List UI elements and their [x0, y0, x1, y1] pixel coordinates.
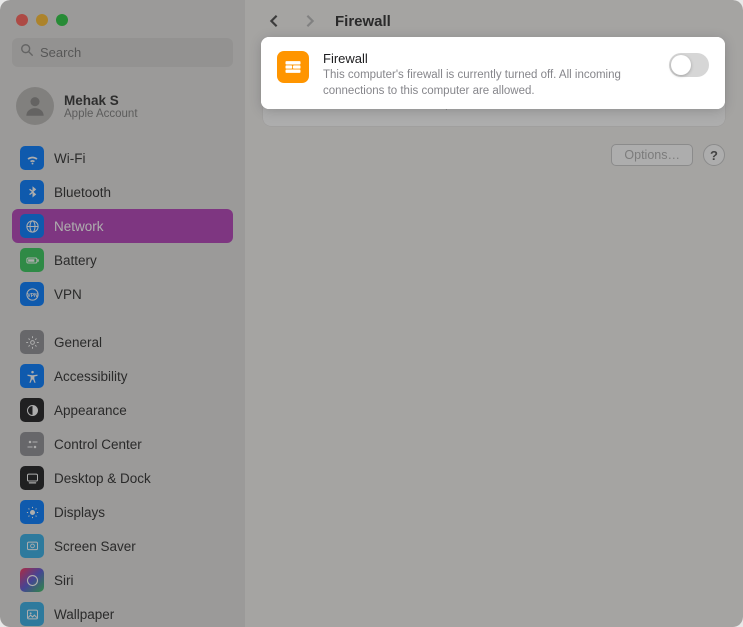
- sidebar-item-siri[interactable]: Siri: [12, 563, 233, 597]
- sidebar-item-label: Accessibility: [54, 369, 128, 384]
- screensaver-icon: [20, 534, 44, 558]
- firewall-title: Firewall: [325, 64, 655, 79]
- sidebar-item-vpn[interactable]: VPN VPN: [12, 277, 233, 311]
- account-name: Mehak S: [64, 93, 138, 108]
- sidebar-item-label: General: [54, 335, 102, 350]
- sidebar-item-network[interactable]: Network: [12, 209, 233, 243]
- nav-list: Wi-Fi Bluetooth Network Battery VPN VPN Genera…: [12, 141, 233, 627]
- firewall-toggle[interactable]: [669, 66, 709, 90]
- controlcenter-icon: [20, 432, 44, 456]
- sidebar-item-label: Screen Saver: [54, 539, 136, 554]
- wallpaper-icon: [20, 602, 44, 626]
- sidebar-item-desktop-dock[interactable]: Desktop & Dock: [12, 461, 233, 495]
- settings-window: Mehak S Apple Account Wi-Fi Bluetooth Netw…: [0, 0, 743, 627]
- bluetooth-icon: [20, 180, 44, 204]
- accessibility-icon: [20, 364, 44, 388]
- content: Firewall This computer's firewall is cur…: [245, 42, 743, 174]
- appearance-icon: [20, 398, 44, 422]
- sidebar-item-label: Displays: [54, 505, 105, 520]
- page-title: Firewall: [335, 13, 391, 30]
- search-icon: [20, 43, 40, 62]
- sidebar-item-displays[interactable]: Displays: [12, 495, 233, 529]
- sidebar-item-appearance[interactable]: Appearance: [12, 393, 233, 427]
- firewall-desc: This computer's firewall is currently tu…: [325, 81, 655, 112]
- sidebar-item-label: Network: [54, 219, 104, 234]
- sidebar-item-wallpaper[interactable]: Wallpaper: [12, 597, 233, 627]
- sidebar-item-label: VPN: [54, 287, 82, 302]
- dock-icon: [20, 466, 44, 490]
- sidebar-item-bluetooth[interactable]: Bluetooth: [12, 175, 233, 209]
- search-input[interactable]: [40, 45, 225, 60]
- topbar: Firewall: [245, 0, 743, 42]
- search-box[interactable]: [12, 38, 233, 67]
- footer-row: Options… ?: [263, 144, 725, 166]
- sidebar-item-wi-fi[interactable]: Wi-Fi: [12, 141, 233, 175]
- sidebar-item-screen-saver[interactable]: Screen Saver: [12, 529, 233, 563]
- firewall-card: Firewall This computer's firewall is cur…: [263, 50, 725, 126]
- account-sub: Apple Account: [64, 108, 138, 120]
- account-text: Mehak S Apple Account: [64, 93, 138, 120]
- sidebar-item-label: Desktop & Dock: [54, 471, 151, 486]
- sidebar-item-label: Appearance: [54, 403, 127, 418]
- gear-icon: [20, 330, 44, 354]
- options-button[interactable]: Options…: [611, 144, 693, 166]
- wifi-icon: [20, 146, 44, 170]
- help-button[interactable]: ?: [703, 144, 725, 166]
- siri-icon: [20, 568, 44, 592]
- avatar: [16, 87, 54, 125]
- sidebar-item-label: Wallpaper: [54, 607, 114, 622]
- sidebar-item-battery[interactable]: Battery: [12, 243, 233, 277]
- main-area: Firewall Firewall This computer's firewa…: [245, 0, 743, 627]
- sidebar-item-label: Wi-Fi: [54, 151, 85, 166]
- forward-button[interactable]: [299, 10, 321, 32]
- sidebar-item-accessibility[interactable]: Accessibility: [12, 359, 233, 393]
- toggle-knob: [671, 68, 691, 88]
- sidebar-item-label: Siri: [54, 573, 74, 588]
- window-controls: [12, 10, 233, 38]
- minimize-window-button[interactable]: [36, 14, 48, 26]
- battery-icon: [20, 248, 44, 272]
- sidebar: Mehak S Apple Account Wi-Fi Bluetooth Netw…: [0, 0, 245, 627]
- display-icon: [20, 500, 44, 524]
- sidebar-item-label: Bluetooth: [54, 185, 111, 200]
- zoom-window-button[interactable]: [56, 14, 68, 26]
- sidebar-item-control-center[interactable]: Control Center: [12, 427, 233, 461]
- globe-icon: [20, 214, 44, 238]
- sidebar-item-label: Control Center: [54, 437, 142, 452]
- back-button[interactable]: [263, 10, 285, 32]
- firewall-icon: [279, 64, 311, 96]
- sidebar-item-label: Battery: [54, 253, 97, 268]
- svg-text:VPN: VPN: [27, 293, 38, 299]
- firewall-card-text: Firewall This computer's firewall is cur…: [325, 64, 655, 112]
- sidebar-item-general[interactable]: General: [12, 325, 233, 359]
- close-window-button[interactable]: [16, 14, 28, 26]
- vpn-icon: VPN: [20, 282, 44, 306]
- account-row[interactable]: Mehak S Apple Account: [12, 83, 233, 141]
